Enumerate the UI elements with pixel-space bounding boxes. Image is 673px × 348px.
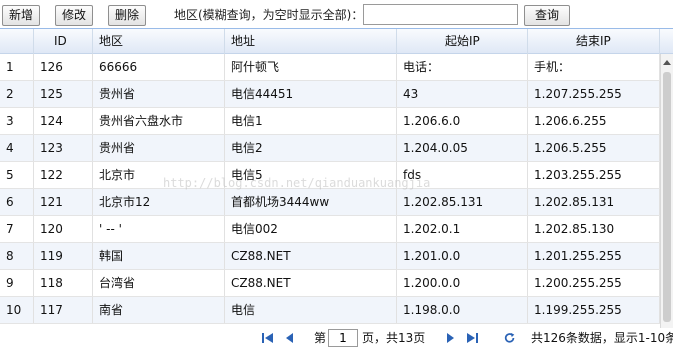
- cell-address: 电信2: [225, 135, 397, 161]
- cell-region: 贵州省六盘水市: [93, 108, 225, 134]
- column-header-rownum: [0, 29, 34, 54]
- toolbar: 新增 修改 删除 地区(模糊查询，为空时显示全部)： 查询: [0, 0, 673, 30]
- cell-region: 北京市: [93, 162, 225, 188]
- cell-address: 电信5: [225, 162, 397, 188]
- cell-start-ip: 1.198.0.0: [397, 297, 528, 323]
- cell-start-ip: 1.206.6.0: [397, 108, 528, 134]
- cell-region: 66666: [93, 54, 225, 80]
- table-row[interactable]: 6 121 北京市12 首都机场3444ww 1.202.85.131 1.202.85.…: [0, 189, 660, 216]
- first-page-icon[interactable]: [261, 332, 275, 344]
- cell-address: CZ88.NET: [225, 243, 397, 269]
- cell-id: 124: [34, 108, 93, 134]
- page-number-input[interactable]: [328, 329, 358, 347]
- cell-id: 126: [34, 54, 93, 80]
- cell-start-ip: 1.202.0.1: [397, 216, 528, 242]
- cell-region: 贵州省: [93, 135, 225, 161]
- cell-id: 117: [34, 297, 93, 323]
- refresh-icon[interactable]: [503, 332, 517, 344]
- cell-id: 120: [34, 216, 93, 242]
- cell-rownum: 9: [0, 270, 34, 296]
- cell-end-ip: 1.199.255.255: [528, 297, 660, 323]
- cell-region: 韩国: [93, 243, 225, 269]
- scroll-up-arrow-icon[interactable]: [663, 60, 671, 65]
- cell-address: CZ88.NET: [225, 270, 397, 296]
- data-grid: ID 地区 地址 起始IP 结束IP 1 126 66666 阿什顿飞 电话： 手机： 2 1…: [0, 28, 673, 328]
- column-header-region[interactable]: 地区: [93, 29, 225, 54]
- cell-id: 122: [34, 162, 93, 188]
- cell-address: 电信1: [225, 108, 397, 134]
- cell-start-ip: 电话：: [397, 54, 528, 80]
- cell-address: 阿什顿飞: [225, 54, 397, 80]
- delete-button[interactable]: 删除: [108, 5, 147, 26]
- previous-page-icon[interactable]: [283, 332, 297, 344]
- page-prefix: 第: [314, 331, 327, 345]
- pagination-summary: 共126条数据，显示1-10条: [531, 331, 673, 345]
- cell-start-ip: fds: [397, 162, 528, 188]
- cell-start-ip: 1.202.85.131: [397, 189, 528, 215]
- cell-id: 125: [34, 81, 93, 107]
- cell-address: 电信: [225, 297, 397, 323]
- edit-button[interactable]: 修改: [55, 5, 94, 26]
- cell-rownum: 2: [0, 81, 34, 107]
- cell-rownum: 1: [0, 54, 34, 80]
- cell-region: 贵州省: [93, 81, 225, 107]
- cell-address: 电信002: [225, 216, 397, 242]
- table-row[interactable]: 3 124 贵州省六盘水市 电信1 1.206.6.0 1.206.6.255: [0, 108, 660, 135]
- table-row[interactable]: 7 120 ' -- ' 电信002 1.202.0.1 1.202.85.130: [0, 216, 660, 243]
- cell-rownum: 4: [0, 135, 34, 161]
- cell-rownum: 7: [0, 216, 34, 242]
- cell-start-ip: 1.204.0.05: [397, 135, 528, 161]
- table-row[interactable]: 5 122 北京市 电信5 fds 1.203.255.255: [0, 162, 660, 189]
- column-header-start-ip[interactable]: 起始IP: [397, 29, 528, 54]
- region-search-input[interactable]: [363, 4, 518, 25]
- table-row[interactable]: 10 117 南省 电信 1.198.0.0 1.199.255.255: [0, 297, 660, 324]
- cell-rownum: 10: [0, 297, 34, 323]
- cell-rownum: 6: [0, 189, 34, 215]
- query-button[interactable]: 查询: [524, 5, 570, 26]
- add-button[interactable]: 新增: [2, 5, 41, 26]
- search-label: 地区(模糊查询，为空时显示全部)：: [174, 8, 364, 22]
- cell-id: 118: [34, 270, 93, 296]
- grid-header: ID 地区 地址 起始IP 结束IP: [0, 29, 673, 54]
- cell-address: 电信44451: [225, 81, 397, 107]
- cell-id: 123: [34, 135, 93, 161]
- pagination-bar: 第 页，共13页 共126条数据，显示1-10条: [0, 328, 673, 348]
- cell-start-ip: 1.200.0.0: [397, 270, 528, 296]
- cell-region: 台湾省: [93, 270, 225, 296]
- cell-rownum: 8: [0, 243, 34, 269]
- column-header-end-ip[interactable]: 结束IP: [528, 29, 660, 54]
- cell-end-ip: 1.207.255.255: [528, 81, 660, 107]
- cell-start-ip: 43: [397, 81, 528, 107]
- cell-start-ip: 1.201.0.0: [397, 243, 528, 269]
- cell-region: 北京市12: [93, 189, 225, 215]
- cell-end-ip: 1.200.255.255: [528, 270, 660, 296]
- column-header-id[interactable]: ID: [34, 29, 93, 54]
- scroll-thumb[interactable]: [663, 72, 671, 322]
- table-row[interactable]: 8 119 韩国 CZ88.NET 1.201.0.0 1.201.255.255: [0, 243, 660, 270]
- cell-end-ip: 1.202.85.131: [528, 189, 660, 215]
- last-page-icon[interactable]: [465, 332, 479, 344]
- cell-address: 首都机场3444ww: [225, 189, 397, 215]
- page-total-text: 页，共13页: [362, 331, 426, 345]
- cell-end-ip: 1.201.255.255: [528, 243, 660, 269]
- vertical-scrollbar[interactable]: [660, 54, 673, 328]
- table-row[interactable]: 4 123 贵州省 电信2 1.204.0.05 1.206.5.255: [0, 135, 660, 162]
- cell-end-ip: 手机：: [528, 54, 660, 80]
- next-page-icon[interactable]: [443, 332, 457, 344]
- cell-region: 南省: [93, 297, 225, 323]
- cell-end-ip: 1.206.6.255: [528, 108, 660, 134]
- cell-end-ip: 1.203.255.255: [528, 162, 660, 188]
- cell-id: 119: [34, 243, 93, 269]
- grid-body: 1 126 66666 阿什顿飞 电话： 手机： 2 125 贵州省 电信44451 43 1.207…: [0, 54, 660, 324]
- cell-id: 121: [34, 189, 93, 215]
- table-row[interactable]: 9 118 台湾省 CZ88.NET 1.200.0.0 1.200.255.255: [0, 270, 660, 297]
- table-row[interactable]: 1 126 66666 阿什顿飞 电话： 手机：: [0, 54, 660, 81]
- cell-region: ' -- ': [93, 216, 225, 242]
- column-header-address[interactable]: 地址: [225, 29, 397, 54]
- cell-rownum: 5: [0, 162, 34, 188]
- cell-end-ip: 1.206.5.255: [528, 135, 660, 161]
- cell-end-ip: 1.202.85.130: [528, 216, 660, 242]
- cell-rownum: 3: [0, 108, 34, 134]
- table-row[interactable]: 2 125 贵州省 电信44451 43 1.207.255.255: [0, 81, 660, 108]
